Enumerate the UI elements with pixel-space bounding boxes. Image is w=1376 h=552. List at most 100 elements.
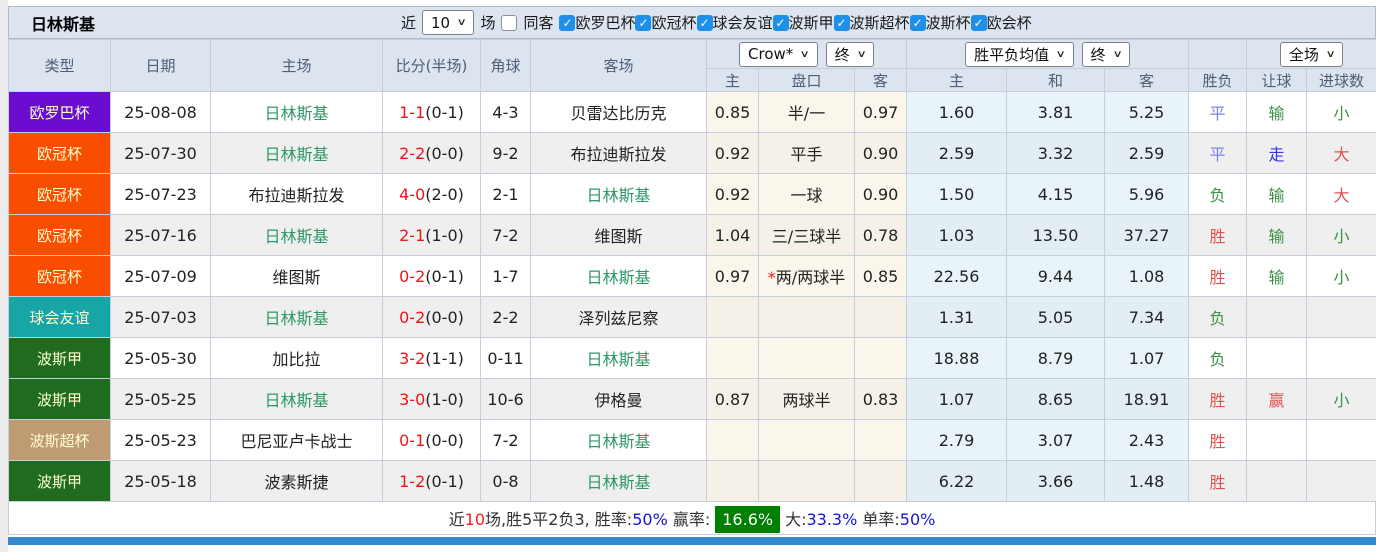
recent-count-select[interactable]: 10 ∨ [422, 10, 474, 35]
page-title: 日林斯基 [9, 11, 399, 35]
league-filter[interactable]: ✓欧会杯 [971, 12, 1032, 33]
away-odds: 0.90 [855, 133, 907, 174]
summary-segment: 33.3% [806, 510, 857, 529]
league-filter-label: 欧罗巴杯 [575, 12, 635, 33]
score-cell: 0-2(0-0) [383, 297, 481, 338]
mean-type-select[interactable]: 胜平负均值 ∨ [965, 42, 1073, 67]
handicap-star: * [768, 268, 776, 287]
checkbox-checked-icon[interactable]: ✓ [971, 15, 987, 31]
summary-segment: 大: [785, 510, 806, 529]
match-date: 25-05-30 [111, 338, 211, 379]
away-team: 伊格曼 [531, 379, 707, 420]
summary-segment: 场,胜5平2负3, 胜率: [485, 510, 632, 529]
mean-lose-odds: 7.34 [1105, 297, 1189, 338]
chevron-down-icon: ∨ [1112, 49, 1122, 60]
handicap-cell: 一球 [759, 174, 855, 215]
corner-score: 9-2 [481, 133, 531, 174]
half-score: (0-1) [425, 472, 464, 491]
scope-select[interactable]: 全场 ∨ [1280, 42, 1343, 67]
mean-win-odds: 1.03 [907, 215, 1007, 256]
checkbox-checked-icon[interactable]: ✓ [697, 15, 713, 31]
result-cell: 胜 [1189, 461, 1247, 502]
match-date: 25-05-25 [111, 379, 211, 420]
away-team: 贝雷达比历克 [531, 92, 707, 133]
league-filter-label: 欧冠杯 [651, 12, 696, 33]
left-margin-strip [0, 0, 8, 552]
mean-draw-odds: 13.50 [1007, 215, 1105, 256]
home-odds: 0.92 [707, 174, 759, 215]
half-score: (1-0) [425, 390, 464, 409]
checkbox-checked-icon[interactable]: ✓ [559, 15, 575, 31]
away-team: 日林斯基 [531, 461, 707, 502]
away-team: 日林斯基 [531, 174, 707, 215]
home-team: 巴尼亚卢卡战士 [211, 420, 383, 461]
mean-draw-odds: 8.79 [1007, 338, 1105, 379]
corner-score: 10-6 [481, 379, 531, 420]
half-score: (0-1) [425, 267, 464, 286]
mean-lose-odds: 18.91 [1105, 379, 1189, 420]
away-odds: 0.90 [855, 174, 907, 215]
topbar: 日林斯基 近 10 ∨ 场 同客 ✓欧罗巴杯✓欧冠杯✓球会友谊✓波斯甲✓波斯超杯… [8, 6, 1376, 39]
handicap-cell [759, 297, 855, 338]
handicap-cell: 半/一 [759, 92, 855, 133]
away-odds [855, 338, 907, 379]
match-row: 欧冠杯25-07-30日林斯基2-2(0-0)9-2布拉迪斯拉发0.92平手0.… [9, 133, 1376, 174]
league-filter[interactable]: ✓欧冠杯 [635, 12, 696, 33]
half-score: (2-0) [425, 185, 464, 204]
recent-label: 近 [401, 12, 416, 33]
odds-time-select[interactable]: 终 ∨ [826, 42, 874, 67]
col-header-corner: 角球 [481, 40, 531, 92]
league-badge: 欧罗巴杯 [9, 92, 111, 133]
chevron-down-icon: ∨ [856, 49, 866, 60]
mean-lose-odds: 5.96 [1105, 174, 1189, 215]
scope-selector-cell: 全场 ∨ [1247, 40, 1376, 69]
corner-score: 2-2 [481, 297, 531, 338]
league-badge: 欧冠杯 [9, 256, 111, 297]
league-filter[interactable]: ✓波斯甲 [773, 12, 834, 33]
full-score: 1-2 [399, 472, 425, 491]
full-score: 4-0 [399, 185, 425, 204]
checkbox-checked-icon[interactable]: ✓ [834, 15, 850, 31]
home-team: 布拉迪斯拉发 [211, 174, 383, 215]
subheader-mean-away: 客 [1105, 69, 1189, 92]
league-filter[interactable]: ✓波斯杯 [910, 12, 971, 33]
away-odds: 0.97 [855, 92, 907, 133]
match-row: 波斯甲25-05-30加比拉3-2(1-1)0-11日林斯基18.888.791… [9, 338, 1376, 379]
checkbox-checked-icon[interactable]: ✓ [635, 15, 651, 31]
chevron-down-icon: ∨ [800, 49, 810, 60]
result-cell: 胜 [1189, 215, 1247, 256]
odds-company-select[interactable]: Crow* ∨ [739, 42, 818, 67]
result-cell: 负 [1189, 338, 1247, 379]
result-cell: 负 [1189, 174, 1247, 215]
home-team: 维图斯 [211, 256, 383, 297]
half-score: (0-0) [425, 308, 464, 327]
handicap-cell: *两/两球半 [759, 256, 855, 297]
handicap-cell: 三/三球半 [759, 215, 855, 256]
full-score: 3-0 [399, 390, 425, 409]
league-filter[interactable]: ✓球会友谊 [697, 12, 773, 33]
mean-draw-odds: 3.81 [1007, 92, 1105, 133]
half-score: (0-1) [425, 103, 464, 122]
mean-draw-odds: 5.05 [1007, 297, 1105, 338]
home-odds: 0.87 [707, 379, 759, 420]
same-venue-checkbox[interactable] [501, 15, 517, 31]
away-odds: 0.78 [855, 215, 907, 256]
league-filter-label: 波斯超杯 [850, 12, 910, 33]
score-cell: 2-1(1-0) [383, 215, 481, 256]
checkbox-checked-icon[interactable]: ✓ [773, 15, 789, 31]
full-score: 2-2 [399, 144, 425, 163]
mean-win-odds: 18.88 [907, 338, 1007, 379]
home-odds [707, 338, 759, 379]
chevron-down-icon: ∨ [1056, 49, 1066, 60]
league-filter[interactable]: ✓波斯超杯 [834, 12, 910, 33]
home-odds: 0.97 [707, 256, 759, 297]
league-filter[interactable]: ✓欧罗巴杯 [559, 12, 635, 33]
score-cell: 1-1(0-1) [383, 92, 481, 133]
match-row: 欧冠杯25-07-16日林斯基2-1(1-0)7-2维图斯1.04三/三球半0.… [9, 215, 1376, 256]
checkbox-checked-icon[interactable]: ✓ [910, 15, 926, 31]
mean-time-select[interactable]: 终 ∨ [1082, 42, 1130, 67]
col-header-date: 日期 [111, 40, 211, 92]
away-team: 日林斯基 [531, 420, 707, 461]
mean-draw-odds: 3.66 [1007, 461, 1105, 502]
mean-draw-odds: 4.15 [1007, 174, 1105, 215]
